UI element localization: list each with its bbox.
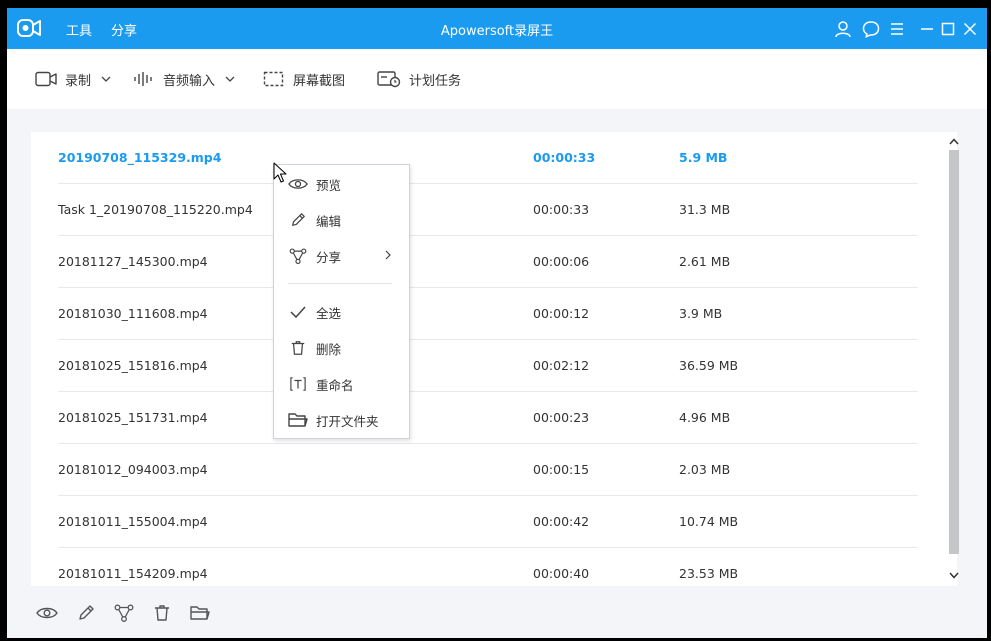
eye-icon — [288, 179, 308, 189]
scroll-down-button[interactable] — [947, 568, 961, 582]
table-row[interactable]: 20181011_155004.mp4 00:00:42 10.74 MB — [58, 496, 918, 548]
checkmark-icon — [290, 306, 306, 319]
file-duration: 00:00:15 — [533, 462, 590, 477]
table-row[interactable]: 20181025_151731.mp4 00:00:23 4.96 MB — [58, 392, 918, 444]
schedule-task-label: 计划任务 — [409, 73, 462, 89]
bottom-action-bar — [7, 594, 987, 638]
app-title: Apowersoft录屏王 — [440, 24, 554, 39]
scroll-up-button[interactable] — [947, 134, 961, 148]
file-size: 4.96 MB — [679, 410, 731, 425]
table-row[interactable]: 20181012_094003.mp4 00:00:15 2.03 MB — [58, 444, 918, 496]
file-duration: 00:00:23 — [533, 410, 590, 425]
file-duration: 00:00:12 — [533, 306, 590, 321]
pencil-icon — [292, 213, 305, 226]
text-rename-icon — [290, 377, 306, 391]
context-menu-open-folder[interactable]: 打开文件夹 — [274, 406, 409, 434]
file-name: 20181127_145300.mp4 — [58, 254, 208, 269]
file-name: Task 1_20190708_115220.mp4 — [58, 202, 253, 217]
minimize-icon[interactable] — [917, 19, 937, 39]
context-menu-edit[interactable]: 编辑 — [274, 206, 409, 234]
audio-input-label: 音频输入 — [163, 73, 216, 89]
context-menu-share-label: 分享 — [316, 249, 342, 265]
menu-share[interactable]: 分享 — [111, 20, 137, 39]
screenshot-button[interactable]: 屏幕截图 — [263, 68, 345, 90]
file-duration: 00:00:33 — [533, 150, 596, 165]
file-name: 20181011_155004.mp4 — [58, 514, 208, 529]
table-row[interactable]: 20190708_115329.mp4 00:00:33 5.9 MB — [58, 132, 918, 184]
context-menu-open-folder-label: 打开文件夹 — [316, 413, 379, 429]
file-size: 2.61 MB — [679, 254, 731, 269]
table-row[interactable]: 20181025_151816.mp4 00:02:12 36.59 MB — [58, 340, 918, 392]
file-size: 36.59 MB — [679, 358, 739, 373]
context-menu-preview[interactable]: 预览 — [274, 170, 409, 198]
user-icon[interactable] — [833, 19, 853, 39]
file-duration: 00:00:42 — [533, 514, 590, 529]
share-icon[interactable] — [112, 602, 136, 624]
chevron-right-icon — [385, 250, 391, 260]
context-menu-select-all-label: 全选 — [316, 305, 342, 321]
table-row[interactable]: Task 1_20190708_115220.mp4 00:00:33 31.3… — [58, 184, 918, 236]
schedule-task-button[interactable]: 计划任务 — [377, 68, 461, 90]
app-logo-icon — [17, 17, 41, 39]
file-duration: 00:00:06 — [533, 254, 590, 269]
screenshot-label: 屏幕截图 — [293, 73, 346, 89]
audio-wave-icon — [134, 72, 152, 86]
file-size: 31.3 MB — [679, 202, 731, 217]
table-row[interactable]: 20181011_154209.mp4 00:00:40 23.53 MB — [58, 548, 918, 586]
table-row[interactable]: 20181127_145300.mp4 00:00:06 2.61 MB — [58, 236, 918, 288]
maximize-icon[interactable] — [938, 19, 958, 39]
context-menu-divider — [288, 283, 392, 284]
close-icon[interactable] — [960, 19, 980, 39]
folder-icon — [288, 413, 308, 427]
context-menu-share[interactable]: 分享 — [274, 242, 409, 270]
chevron-down-icon — [225, 76, 235, 82]
file-name: 20181011_154209.mp4 — [58, 566, 208, 581]
file-size: 10.74 MB — [679, 514, 739, 529]
context-menu-edit-label: 编辑 — [316, 213, 342, 229]
toolbar: 录制 音频输入 屏幕截图 计划任务 — [7, 49, 987, 109]
audio-input-button[interactable]: 音频输入 — [133, 68, 235, 90]
eye-icon[interactable] — [35, 602, 59, 624]
file-size: 23.53 MB — [679, 566, 739, 581]
file-name: 20181030_111608.mp4 — [58, 306, 208, 321]
share-icon — [289, 248, 307, 264]
file-duration: 00:00:33 — [533, 202, 590, 217]
schedule-clock-icon — [377, 71, 401, 88]
table-row[interactable]: 20181030_111608.mp4 00:00:12 3.9 MB — [58, 288, 918, 340]
menu-tools[interactable]: 工具 — [66, 20, 92, 39]
video-camera-icon — [35, 71, 57, 87]
file-duration: 00:00:40 — [533, 566, 590, 581]
context-menu-rename[interactable]: 重命名 — [274, 370, 409, 398]
scrollbar-thumb[interactable] — [949, 150, 959, 554]
context-menu-rename-label: 重命名 — [316, 377, 354, 393]
file-size: 5.9 MB — [679, 150, 728, 165]
record-button[interactable]: 录制 — [35, 68, 111, 90]
file-name: 20181012_094003.mp4 — [58, 462, 208, 477]
title-bar: 工具 分享 Apowersoft录屏王 — [7, 8, 987, 49]
file-name: 20181025_151816.mp4 — [58, 358, 208, 373]
record-label: 录制 — [65, 73, 92, 89]
context-menu-select-all[interactable]: 全选 — [274, 298, 409, 326]
context-menu-delete-label: 删除 — [316, 341, 342, 357]
file-duration: 00:02:12 — [533, 358, 590, 373]
file-list: 20190708_115329.mp4 00:00:33 5.9 MB Task… — [31, 132, 957, 586]
trash-icon — [291, 341, 305, 355]
file-name: 20181025_151731.mp4 — [58, 410, 208, 425]
context-menu-delete[interactable]: 删除 — [274, 334, 409, 362]
file-size: 3.9 MB — [679, 306, 723, 321]
chevron-down-icon — [101, 76, 111, 82]
context-menu: 预览 编辑 分享 全选 删除 重命名 打开文件夹 — [273, 164, 410, 439]
folder-icon[interactable] — [188, 602, 212, 624]
file-name: 20190708_115329.mp4 — [58, 150, 222, 165]
menu-icon[interactable] — [887, 19, 907, 39]
pencil-icon[interactable] — [74, 602, 98, 624]
file-size: 2.03 MB — [679, 462, 731, 477]
screenshot-region-icon — [263, 71, 284, 87]
chat-icon[interactable] — [861, 19, 881, 39]
context-menu-preview-label: 预览 — [316, 177, 342, 193]
trash-icon[interactable] — [150, 602, 174, 624]
app-window: 工具 分享 Apowersoft录屏王 录制 音频输入 屏幕截图 计划任务 20… — [7, 8, 987, 638]
